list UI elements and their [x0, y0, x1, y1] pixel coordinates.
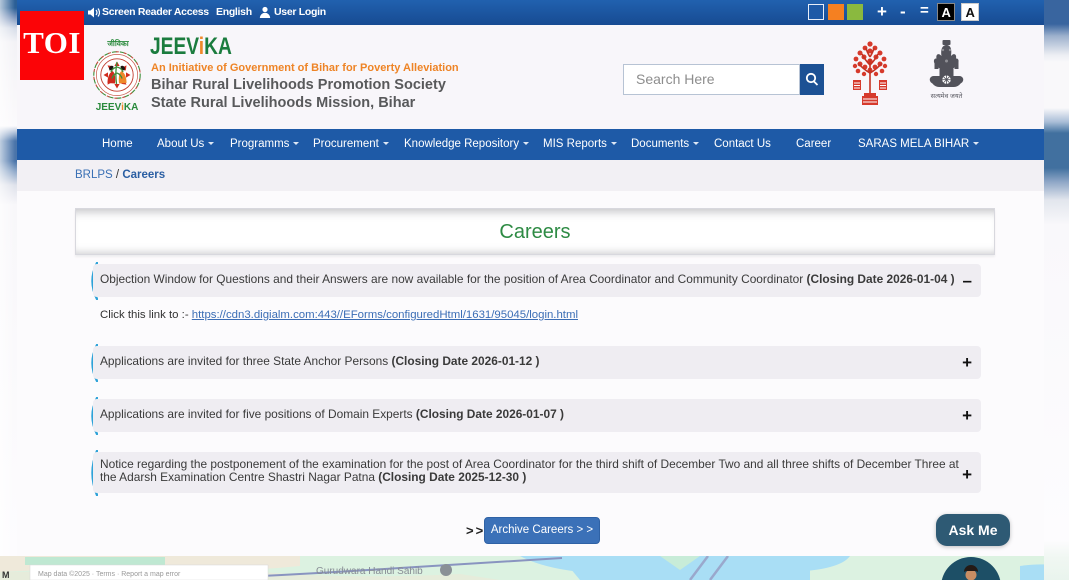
svg-text:Gurudwara Handi Sahib: Gurudwara Handi Sahib: [316, 566, 423, 577]
svg-text:सत्यमेव जयते: सत्यमेव जयते: [931, 92, 963, 100]
svg-text:Map data ©2025 · Terms · R: Map data ©2025 · Terms · Report a map er…: [38, 570, 181, 578]
svg-text:M: M: [2, 570, 10, 580]
svg-text:JEEViKA: JEEViKA: [96, 102, 139, 113]
svg-text:जीविका: जीविका: [106, 39, 129, 48]
